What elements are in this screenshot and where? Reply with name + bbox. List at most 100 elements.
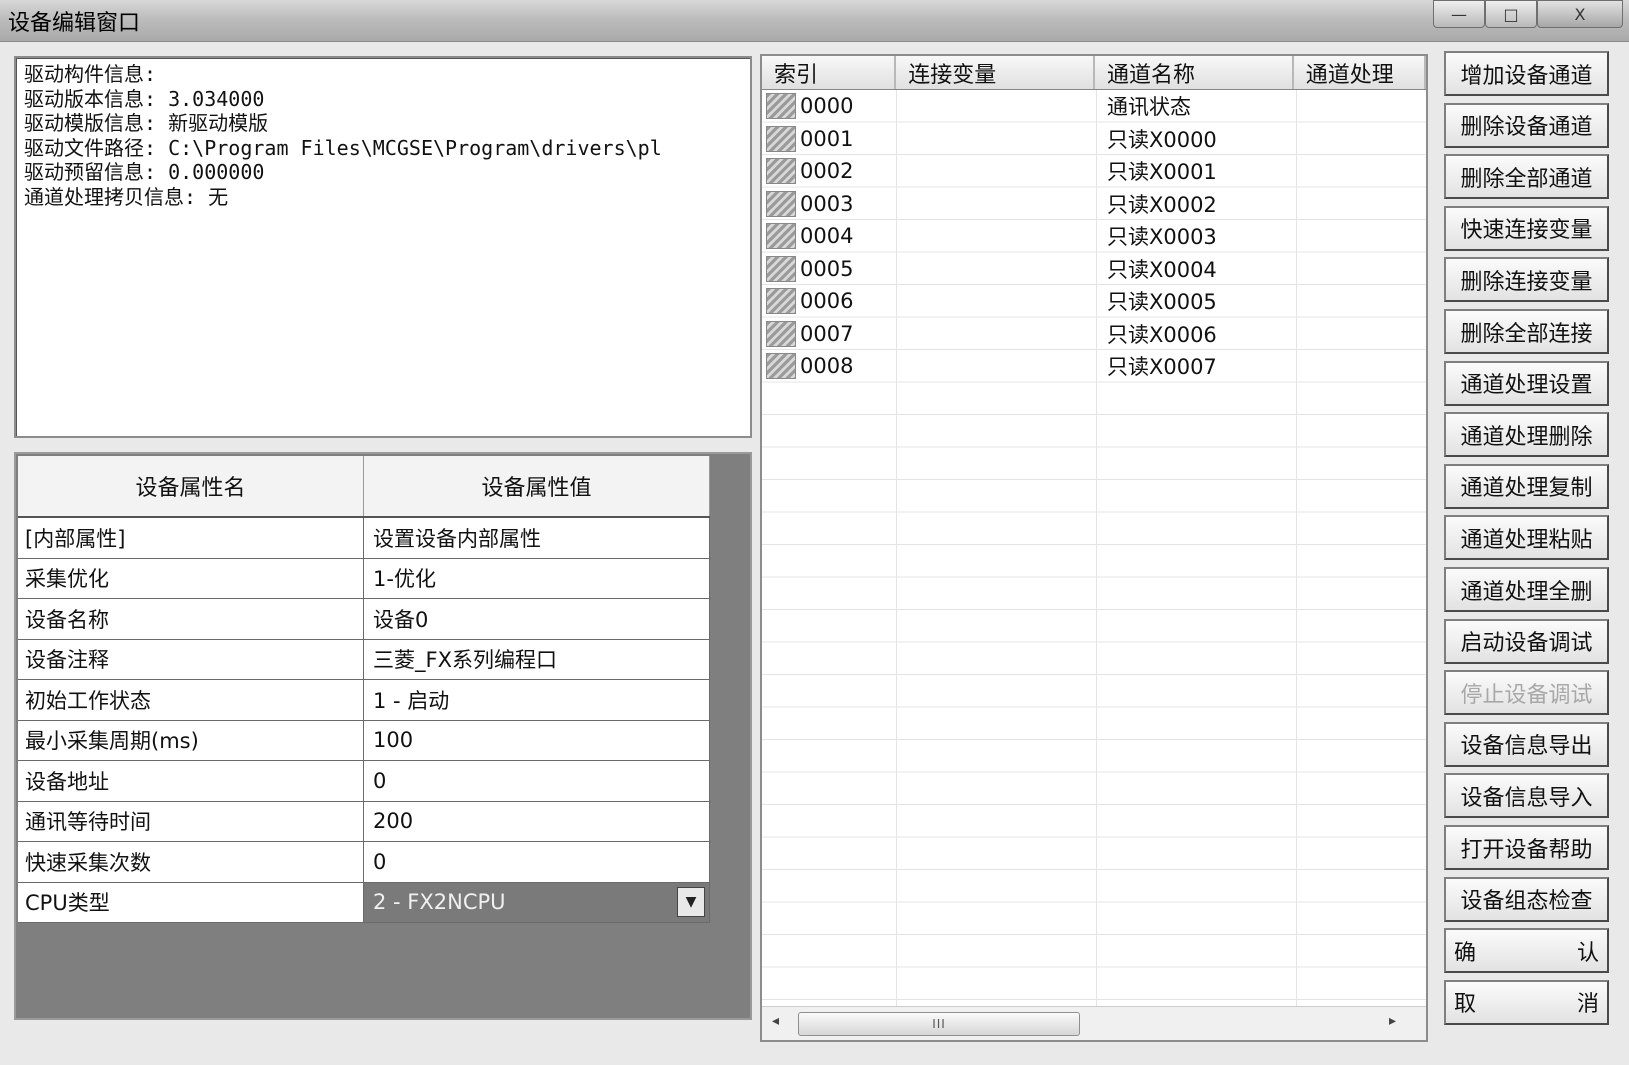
channel-name: 只读X0002 xyxy=(1106,192,1217,217)
scroll-left-icon[interactable]: ◂ xyxy=(772,1013,779,1029)
import-device-info-button[interactable]: 设备信息导入 xyxy=(1444,773,1609,819)
cancel-label-right: 消 xyxy=(1576,992,1599,1018)
property-row-selected[interactable]: CPU类型 2 - FX2NCPU ▼ xyxy=(18,882,710,923)
property-value[interactable]: 1 - 启动 xyxy=(364,680,710,720)
info-line: 驱动模版信息: 新驱动模版 xyxy=(24,111,269,135)
device-config-check-button[interactable]: 设备组态检查 xyxy=(1444,876,1609,922)
quick-connect-variable-button[interactable]: 快速连接变量 xyxy=(1444,205,1609,251)
channel-icon xyxy=(766,93,796,120)
property-name: 采集优化 xyxy=(18,558,364,598)
channel-variable xyxy=(896,285,1095,318)
add-channel-button[interactable]: 增加设备通道 xyxy=(1444,51,1609,96)
channel-process-copy-button[interactable]: 通道处理复制 xyxy=(1444,463,1609,509)
delete-all-channels-button[interactable]: 删除全部通道 xyxy=(1444,154,1609,200)
column-header-processing[interactable]: 通道处理 xyxy=(1294,56,1426,89)
property-value[interactable]: 0 xyxy=(364,842,710,882)
open-device-help-button[interactable]: 打开设备帮助 xyxy=(1444,825,1609,870)
property-value[interactable]: 设置设备内部属性 xyxy=(364,518,710,558)
minimize-button[interactable]: — xyxy=(1433,0,1485,28)
channel-index: 0003 xyxy=(800,191,854,216)
property-row[interactable]: 采集优化 1-优化 xyxy=(18,558,710,599)
chevron-down-icon[interactable]: ▼ xyxy=(677,887,705,918)
channel-process xyxy=(1294,155,1426,188)
property-name: 初始工作状态 xyxy=(18,680,364,720)
property-grid-header: 设备属性名 设备属性值 xyxy=(18,456,710,518)
title-bar: 设备编辑窗口 — □ X xyxy=(0,0,1629,42)
channel-index: 0008 xyxy=(800,354,854,379)
channel-name: 通讯状态 xyxy=(1106,95,1191,120)
confirm-button[interactable]: 确 认 xyxy=(1444,928,1609,974)
delete-all-connections-button[interactable]: 删除全部连接 xyxy=(1444,309,1609,354)
cancel-label-left: 取 xyxy=(1454,992,1477,1018)
cancel-button[interactable]: 取 消 xyxy=(1444,979,1609,1025)
channel-row[interactable]: 0008 只读X0007 xyxy=(762,350,1426,383)
channel-process-settings-button[interactable]: 通道处理设置 xyxy=(1444,360,1609,406)
channel-process-paste-button[interactable]: 通道处理粘贴 xyxy=(1444,515,1609,561)
property-row[interactable]: 快速采集次数 0 xyxy=(18,842,710,883)
channel-icon xyxy=(766,288,796,315)
cpu-type-select[interactable]: 2 - FX2NCPU ▼ xyxy=(364,882,710,922)
property-value[interactable]: 100 xyxy=(364,720,710,760)
close-button[interactable]: X xyxy=(1537,0,1623,28)
property-name: 快速采集次数 xyxy=(18,842,364,882)
channel-row[interactable]: 0002 只读X0001 xyxy=(762,155,1426,188)
channel-name: 只读X0005 xyxy=(1106,290,1217,315)
maximize-button[interactable]: □ xyxy=(1485,0,1537,28)
channel-variable xyxy=(896,350,1095,383)
channel-icon xyxy=(766,125,796,152)
scroll-right-icon[interactable]: ▸ xyxy=(1389,1013,1396,1029)
channel-row[interactable]: 0003 只读X0002 xyxy=(762,188,1426,221)
channel-icon xyxy=(766,255,796,282)
column-header-variable[interactable]: 连接变量 xyxy=(896,56,1095,89)
delete-channel-button[interactable]: 删除设备通道 xyxy=(1444,102,1609,148)
info-line: 驱动预留信息: 0.000000 xyxy=(24,160,265,184)
property-name: [内部属性] xyxy=(18,518,364,558)
delete-connected-variable-button[interactable]: 删除连接变量 xyxy=(1444,257,1609,303)
property-value[interactable]: 设备0 xyxy=(364,599,710,639)
column-header-index[interactable]: 索引 xyxy=(762,56,897,89)
property-name: 设备名称 xyxy=(18,599,364,639)
channel-process xyxy=(1294,253,1426,286)
property-value[interactable]: 0 xyxy=(364,761,710,801)
channel-process xyxy=(1294,220,1426,253)
channel-row[interactable]: 0000 通讯状态 xyxy=(762,90,1426,123)
channel-row[interactable]: 0005 只读X0004 xyxy=(762,253,1426,286)
channel-row[interactable]: 0001 只读X0000 xyxy=(762,123,1426,156)
channel-list: 索引 连接变量 通道名称 通道处理 0000 通讯状态 0001 只读X0000… xyxy=(760,54,1428,1042)
stop-debug-button[interactable]: 停止设备调试 xyxy=(1444,670,1609,716)
channel-process xyxy=(1294,285,1426,318)
property-row[interactable]: 设备地址 0 xyxy=(18,761,710,802)
property-value[interactable]: 200 xyxy=(364,801,710,841)
channel-row[interactable]: 0006 只读X0005 xyxy=(762,285,1426,318)
channel-variable xyxy=(896,188,1095,221)
property-row[interactable]: 初始工作状态 1 - 启动 xyxy=(18,680,710,721)
start-debug-button[interactable]: 启动设备调试 xyxy=(1444,618,1609,664)
channel-index: 0004 xyxy=(800,224,854,249)
channel-process-delete-all-button[interactable]: 通道处理全删 xyxy=(1444,567,1609,612)
channel-index: 0001 xyxy=(800,126,854,151)
channel-row[interactable]: 0004 只读X0003 xyxy=(762,220,1426,253)
export-device-info-button[interactable]: 设备信息导出 xyxy=(1444,721,1609,767)
property-row[interactable]: [内部属性] 设置设备内部属性 xyxy=(18,518,710,559)
property-row[interactable]: 设备注释 三菱_FX系列编程口 xyxy=(18,639,710,680)
property-row[interactable]: 最小采集周期(ms) 100 xyxy=(18,720,710,761)
property-value[interactable]: 1-优化 xyxy=(364,558,710,598)
property-row[interactable]: 设备名称 设备0 xyxy=(18,599,710,640)
column-header-channel-name[interactable]: 通道名称 xyxy=(1095,56,1294,89)
channel-index: 0002 xyxy=(800,159,854,184)
property-name: 最小采集周期(ms) xyxy=(18,720,364,760)
driver-info-box[interactable]: 驱动构件信息: 驱动版本信息: 3.034000 驱动模版信息: 新驱动模版 驱… xyxy=(14,56,752,438)
property-row[interactable]: 通讯等待时间 200 xyxy=(18,801,710,842)
property-value[interactable]: 三菱_FX系列编程口 xyxy=(364,639,710,679)
channel-index: 0007 xyxy=(800,321,854,346)
channel-index: 0000 xyxy=(800,94,854,119)
channel-row[interactable]: 0007 只读X0006 xyxy=(762,318,1426,351)
channel-list-header: 索引 连接变量 通道名称 通道处理 xyxy=(762,56,1426,90)
scroll-thumb[interactable]: III xyxy=(798,1012,1080,1036)
horizontal-scrollbar[interactable]: ◂ III ▸ xyxy=(762,1006,1426,1040)
channel-process-delete-button[interactable]: 通道处理删除 xyxy=(1444,412,1609,458)
channel-variable xyxy=(896,155,1095,188)
channel-process xyxy=(1294,350,1426,383)
channel-icon xyxy=(766,158,796,185)
property-grid-frame: 设备属性名 设备属性值 [内部属性] 设置设备内部属性 采集优化 1-优化 设备… xyxy=(14,452,752,1020)
